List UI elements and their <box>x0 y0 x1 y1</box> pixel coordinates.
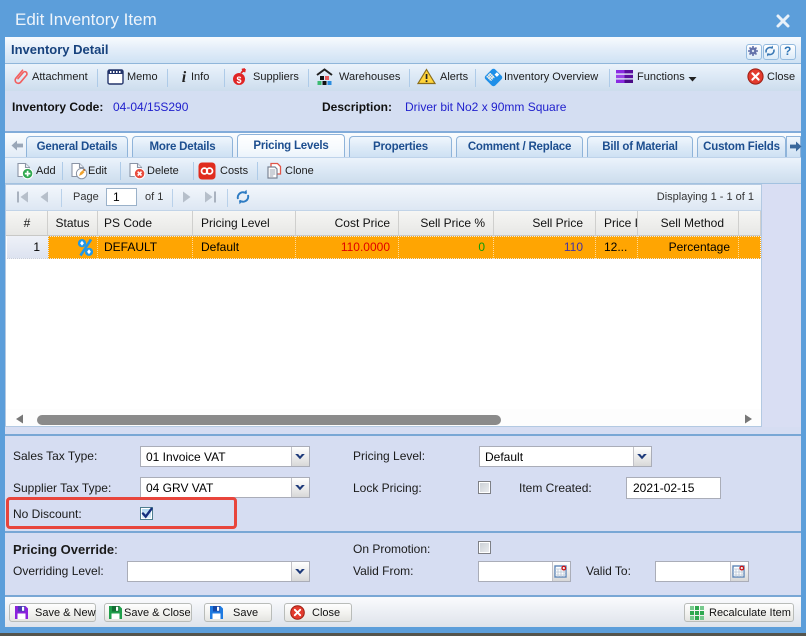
svg-text:$: $ <box>236 75 241 85</box>
svg-text:i: i <box>182 69 187 86</box>
